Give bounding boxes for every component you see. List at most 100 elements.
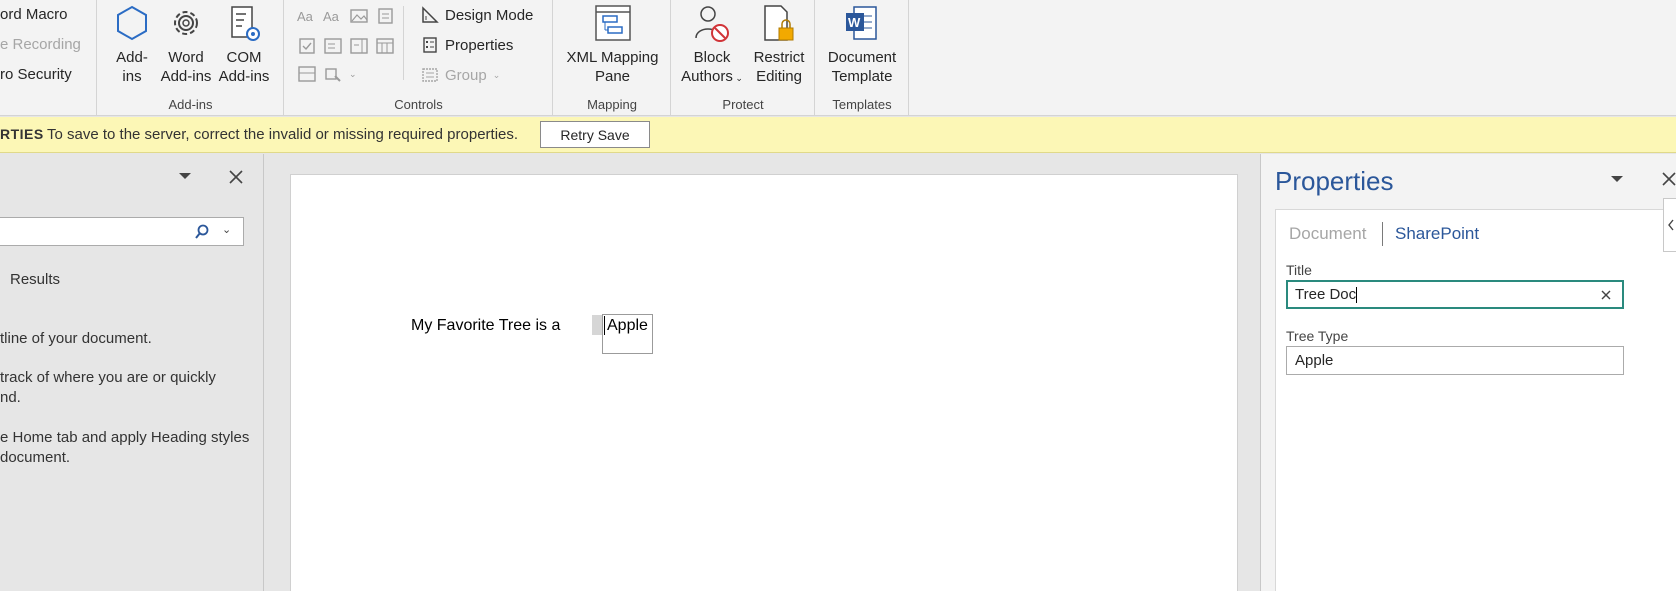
legacy-tools-icon[interactable] [323,64,343,84]
content-control-handle[interactable] [592,315,602,335]
svg-text:Aa: Aa [297,9,314,24]
properties-close-icon[interactable] [1662,172,1676,186]
controls-group: Aa Aa ⌄ Design Mode Properties Group ⌄ C… [285,0,553,116]
addins-group-label: Add-ins [168,97,213,112]
group-icon [422,68,438,82]
block-authors-chevron-icon: ⌄ [732,73,743,83]
close-icon[interactable] [229,170,243,184]
block-authors-label-1: Block [693,49,731,66]
document-template-button[interactable]: W Document Template [822,4,902,86]
date-picker-control-icon[interactable] [375,36,395,56]
design-mode-button[interactable]: Design Mode [421,6,533,24]
com-addins-icon [231,6,260,41]
group-chevron-icon: ⌄ [492,69,501,80]
svg-text:W: W [848,15,861,30]
properties-pane-options-icon[interactable] [1610,174,1624,184]
templates-group: W Document Template Templates [816,0,909,116]
design-mode-label: Design Mode [445,6,534,24]
block-authors-icon [695,6,729,42]
properties-pane: Properties Document SharePoint Title Tre… [1260,154,1676,591]
restrict-editing-label-2: Editing [756,68,802,85]
xml-mapping-icon [594,5,631,41]
pause-recording-button[interactable]: e Recording [0,36,81,53]
building-block-control-icon[interactable] [375,6,395,26]
search-options-chevron-icon[interactable]: ⌄ [222,223,231,236]
message-bar-title: RTIES [0,126,44,142]
protect-group-label: Protect [722,97,764,112]
design-mode-icon [422,6,439,23]
protect-group: Block Authors ⌄ Restrict Editing Protect [672,0,815,116]
block-authors-label-2: Authors [681,68,733,85]
com-addins-button[interactable]: COM Add-ins [216,4,272,86]
nav-help-line-2: track of where you are or quickly [0,369,216,386]
pane-options-icon[interactable] [178,171,192,181]
addins-label-1: Add- [116,49,148,66]
addins-button[interactable]: Add- ins [112,4,152,86]
group-button[interactable]: Group ⌄ [421,66,500,84]
nav-search-input[interactable]: ⌄ [0,217,244,246]
clear-icon[interactable] [1601,290,1611,300]
properties-pane-title: Properties [1275,166,1394,196]
lock-document-icon [764,5,794,41]
controls-group-label: Controls [394,97,443,112]
word-addins-label-1: Word [168,49,204,66]
repeating-section-control-icon[interactable] [297,64,317,84]
record-macro-button[interactable]: ord Macro [0,6,68,23]
tab-sharepoint[interactable]: SharePoint [1395,224,1479,244]
restrict-editing-label-1: Restrict [753,49,805,66]
svg-text:Aa: Aa [323,9,340,24]
search-icon[interactable] [194,224,210,240]
properties-icon [423,37,437,53]
controls-row-2 [297,36,395,56]
restrict-editing-button[interactable]: Restrict Editing [748,4,810,86]
word-addins-label-2: Add-ins [160,68,212,85]
com-addins-label-2: Add-ins [218,68,270,85]
nav-help-line-1: tline of your document. [0,330,152,347]
document-template-label-1: Document [827,49,897,66]
tab-document[interactable]: Document [1289,224,1366,244]
title-field-cursor [1356,287,1358,304]
tree-type-field[interactable]: Apple [1286,346,1624,375]
title-field[interactable]: Tree Doc [1286,280,1624,309]
controls-row-1: Aa Aa [297,6,395,26]
nav-help-line-3: nd. [0,389,21,406]
navigation-pane: ⌄ Results tline of your document. track … [0,154,264,591]
nav-help-line-4: e Home tab and apply Heading styles [0,429,250,446]
controls-row-3: ⌄ [297,64,357,84]
document-page[interactable]: My Favorite Tree is a Apple [290,174,1238,591]
retry-save-button[interactable]: Retry Save [540,121,650,148]
macro-security-label: ro Security [0,66,72,83]
rich-text-control-icon[interactable]: Aa [297,6,317,26]
hexagon-icon [117,5,147,41]
collapse-pane-tab[interactable] [1663,198,1676,252]
results-tab[interactable]: Results [10,270,60,290]
word-template-icon: W [846,6,877,40]
xml-mapping-label-1: XML Mapping [566,49,659,66]
checkbox-control-icon[interactable] [297,36,317,56]
mapping-group: XML Mapping Pane Mapping [554,0,671,116]
nav-help-line-5: document. [0,449,71,466]
properties-label: Properties [445,36,514,54]
title-field-label: Title [1286,262,1312,278]
addins-label-2: ins [122,68,142,85]
properties-content: Document SharePoint Title Tree Doc Tree … [1275,209,1676,591]
document-text[interactable]: My Favorite Tree is a [411,317,560,335]
document-area: My Favorite Tree is a Apple [265,154,1259,591]
xml-mapping-label-2: Pane [594,68,631,85]
code-group: ord Macro e Recording ro Security [0,0,97,116]
content-control-value[interactable]: Apple [607,317,648,335]
word-addins-button[interactable]: Word Add-ins [158,4,214,86]
pause-recording-label: e Recording [0,36,81,53]
picture-control-icon[interactable] [349,6,369,26]
xml-mapping-pane-button[interactable]: XML Mapping Pane [560,4,665,86]
combo-box-control-icon[interactable] [323,36,343,56]
properties-button[interactable]: Properties [421,36,513,54]
plain-text-control-icon[interactable]: Aa [323,6,343,26]
message-bar: RTIES To save to the server, correct the… [0,117,1676,153]
templates-group-label: Templates [832,97,892,112]
com-addins-label-1: COM [226,49,262,66]
block-authors-button[interactable]: Block Authors ⌄ [678,4,746,88]
tree-type-field-value: Apple [1295,352,1334,369]
macro-security-button[interactable]: ro Security [0,66,72,83]
dropdown-list-control-icon[interactable] [349,36,369,56]
